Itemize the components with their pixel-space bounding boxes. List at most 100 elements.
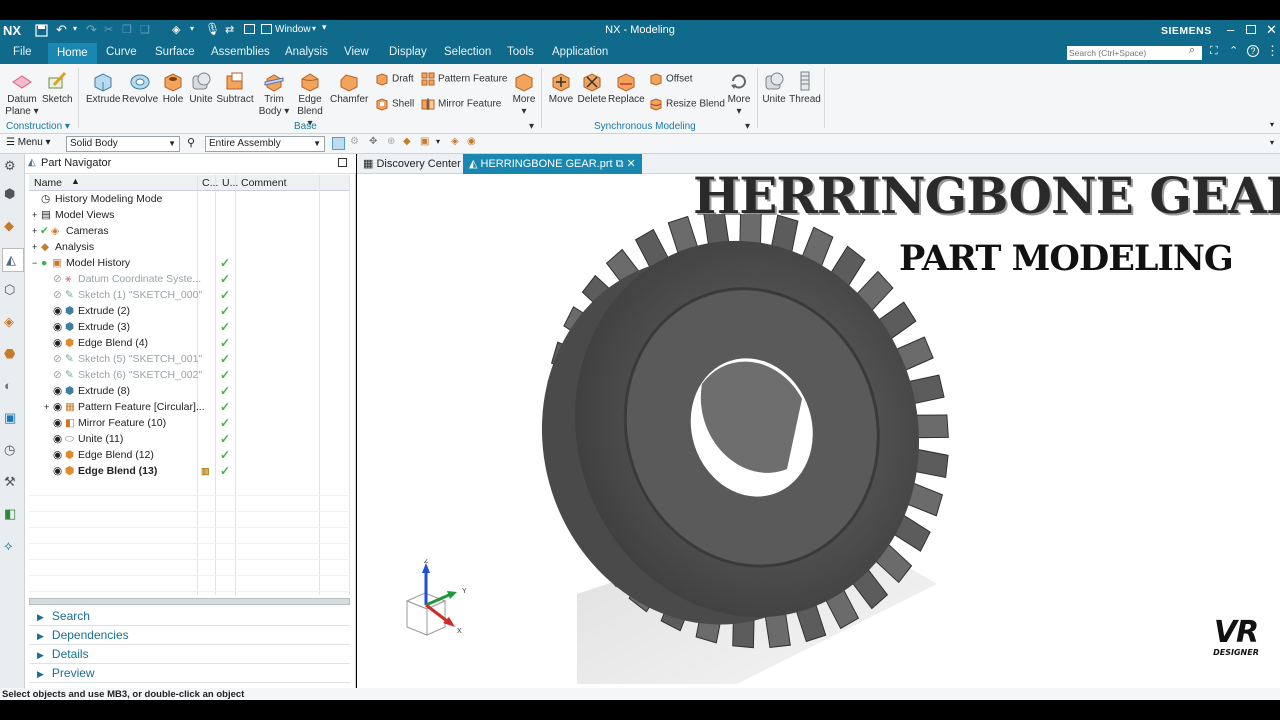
group-base-dropdown-icon[interactable]: ▾: [529, 121, 534, 132]
eye-icon[interactable]: ◉: [53, 463, 62, 479]
menu-home[interactable]: Home: [48, 43, 97, 64]
menu-selection[interactable]: Selection: [444, 46, 491, 58]
unite-2-button[interactable]: Unite: [760, 70, 788, 106]
tab-float-icon[interactable]: ⧉: [616, 158, 624, 170]
system-materials-icon[interactable]: ◧: [4, 506, 21, 523]
eye-icon[interactable]: ◉: [53, 415, 62, 431]
thread-button[interactable]: Thread: [789, 70, 821, 106]
group-sync-dropdown-icon[interactable]: ▾: [745, 121, 750, 132]
eye-icon[interactable]: ◉: [53, 335, 62, 351]
resize-blend-button[interactable]: Resize Blend: [649, 97, 725, 112]
expand-icon[interactable]: +: [32, 239, 37, 255]
eye-hidden-icon[interactable]: ⊘: [53, 367, 62, 383]
close-icon[interactable]: ✕: [1266, 22, 1277, 38]
hd3d-tools-icon[interactable]: ◈: [4, 314, 21, 331]
eye-icon[interactable]: ◉: [53, 431, 62, 447]
expand-icon[interactable]: +: [32, 207, 37, 223]
eye-hidden-icon[interactable]: ⊘: [53, 271, 62, 287]
col-name[interactable]: Name: [34, 177, 62, 189]
menu-button[interactable]: ☰ Menu ▾: [6, 137, 51, 148]
eye-icon[interactable]: ◉: [53, 303, 62, 319]
expand-icon[interactable]: +: [44, 399, 49, 415]
collapse-ribbon-icon[interactable]: ⌃: [1229, 44, 1238, 57]
view-triad[interactable]: Z Y X: [399, 559, 479, 649]
tree-row[interactable]: + ▤ Model Views: [29, 207, 350, 223]
settings-icon[interactable]: ⚙: [4, 158, 21, 175]
pattern-feature-button[interactable]: Pattern Feature: [421, 72, 507, 87]
tree-row[interactable]: ⊘ ✎ Sketch (6) "SKETCH_002" ✓: [29, 367, 350, 383]
eye-hidden-icon[interactable]: ⊘: [53, 287, 62, 303]
col-comment[interactable]: Comment: [241, 177, 287, 189]
roles-icon[interactable]: ⚒: [4, 474, 21, 491]
delete-button[interactable]: Delete: [577, 70, 607, 106]
snap-edge-icon[interactable]: ◈: [451, 136, 459, 147]
tree-row[interactable]: ⊘ ✎ Sketch (5) "SKETCH_001" ✓: [29, 351, 350, 367]
tree-row[interactable]: ◉ ⬭ Unite (11) ✓: [29, 431, 350, 447]
menu-file[interactable]: File: [13, 46, 32, 58]
replace-button[interactable]: Replace: [608, 70, 645, 106]
menu-view[interactable]: View: [344, 46, 369, 58]
tree-row[interactable]: ◉ ⬢ Edge Blend (13) ▥ ✓: [29, 463, 350, 479]
help-icon[interactable]: ?: [1247, 45, 1259, 57]
eye-icon[interactable]: ◉: [53, 319, 62, 335]
system-scenes-icon[interactable]: ⟡: [4, 538, 21, 555]
more-base-button[interactable]: More ▾: [508, 70, 540, 118]
eye-icon[interactable]: ◉: [53, 383, 62, 399]
restore-icon[interactable]: [1246, 25, 1256, 34]
tree-row[interactable]: + ◆ Analysis: [29, 239, 350, 255]
mirror-feature-button[interactable]: Mirror Feature: [421, 97, 501, 112]
extrude-button[interactable]: Extrude: [86, 70, 120, 106]
reuse-library-icon[interactable]: ⬡: [4, 282, 21, 299]
overflow-icon[interactable]: ⋮: [1266, 43, 1279, 59]
snap-body-icon[interactable]: ▣: [420, 136, 429, 147]
expand-icon[interactable]: +: [32, 223, 37, 239]
selection-bar-options-icon[interactable]: ▾: [1270, 138, 1274, 147]
eye-hidden-icon[interactable]: ⊘: [53, 351, 62, 367]
trim-body-button[interactable]: Trim Body ▾: [258, 70, 290, 118]
menu-tools[interactable]: Tools: [507, 46, 534, 58]
sort-ascending-icon[interactable]: ▲: [71, 176, 80, 186]
tree-row[interactable]: ⊘ ✎ Sketch (1) "SKETCH_000" ✓: [29, 287, 350, 303]
select-mode-icon[interactable]: [332, 137, 345, 150]
offset-button[interactable]: Offset: [649, 72, 693, 87]
details-panel-header[interactable]: ▶ Details: [29, 645, 350, 664]
tab-discovery-center[interactable]: ▦ Discovery Center: [357, 154, 468, 174]
fullscreen-icon[interactable]: ⛶: [1210, 45, 1218, 58]
tree-row[interactable]: ◉ ⬢ Extrude (2) ✓: [29, 303, 350, 319]
scope-select[interactable]: Entire Assembly ▼: [205, 136, 325, 152]
part-navigator-icon[interactable]: ◭: [2, 248, 24, 272]
menu-assemblies[interactable]: Assemblies: [211, 46, 270, 58]
snap-face-icon[interactable]: ◆: [403, 136, 411, 147]
maximize-navigator-icon[interactable]: [338, 158, 347, 167]
tree-row[interactable]: + ✔ ◈ Cameras: [29, 223, 350, 239]
tree-row[interactable]: ◉ ⬢ Edge Blend (4) ✓: [29, 335, 350, 351]
tree-row[interactable]: ◉ ⬢ Extrude (3) ✓: [29, 319, 350, 335]
herringbone-gear-model[interactable]: [517, 214, 977, 684]
tree-row[interactable]: ◷ History Modeling Mode: [29, 191, 350, 207]
move-button[interactable]: Move: [546, 70, 576, 106]
web-browser-icon[interactable]: ⬣: [4, 346, 21, 363]
process-studio-icon[interactable]: ▣: [4, 410, 21, 427]
menu-application[interactable]: Application: [552, 46, 608, 58]
menu-display[interactable]: Display: [389, 46, 427, 58]
tab-close-icon[interactable]: ✕: [627, 158, 636, 170]
shell-button[interactable]: Shell: [375, 97, 414, 112]
ribbon-options-icon[interactable]: ▾: [1270, 120, 1274, 129]
dependencies-panel-header[interactable]: ▶ Dependencies: [29, 626, 350, 645]
more-sync-button[interactable]: More ▾: [724, 70, 754, 118]
snap-icon[interactable]: ✥: [369, 136, 377, 147]
preview-panel-header[interactable]: ▶ Preview: [29, 664, 350, 683]
tree-row[interactable]: − ● ▣ Model History ✓: [29, 255, 350, 271]
constraint-navigator-icon[interactable]: ◆: [4, 218, 21, 235]
tree-row[interactable]: ◉ ⬢ Extrude (8) ✓: [29, 383, 350, 399]
snap-point-icon[interactable]: ⊕: [387, 136, 395, 147]
menu-surface[interactable]: Surface: [155, 46, 195, 58]
snap-solid-icon[interactable]: ◉: [467, 136, 476, 147]
menu-analysis[interactable]: Analysis: [285, 46, 328, 58]
select-feature-icon[interactable]: ⚙: [350, 136, 359, 147]
unite-button[interactable]: Unite: [187, 70, 215, 106]
tree-row[interactable]: ◉ ⬢ Edge Blend (12) ✓: [29, 447, 350, 463]
assembly-navigator-icon[interactable]: ⬢: [4, 186, 21, 203]
type-filter-select[interactable]: Solid Body ▼: [66, 136, 180, 152]
graphics-window[interactable]: ▦ Discovery Center ◭ HERRINGBONE GEAR.pr…: [357, 154, 1280, 688]
